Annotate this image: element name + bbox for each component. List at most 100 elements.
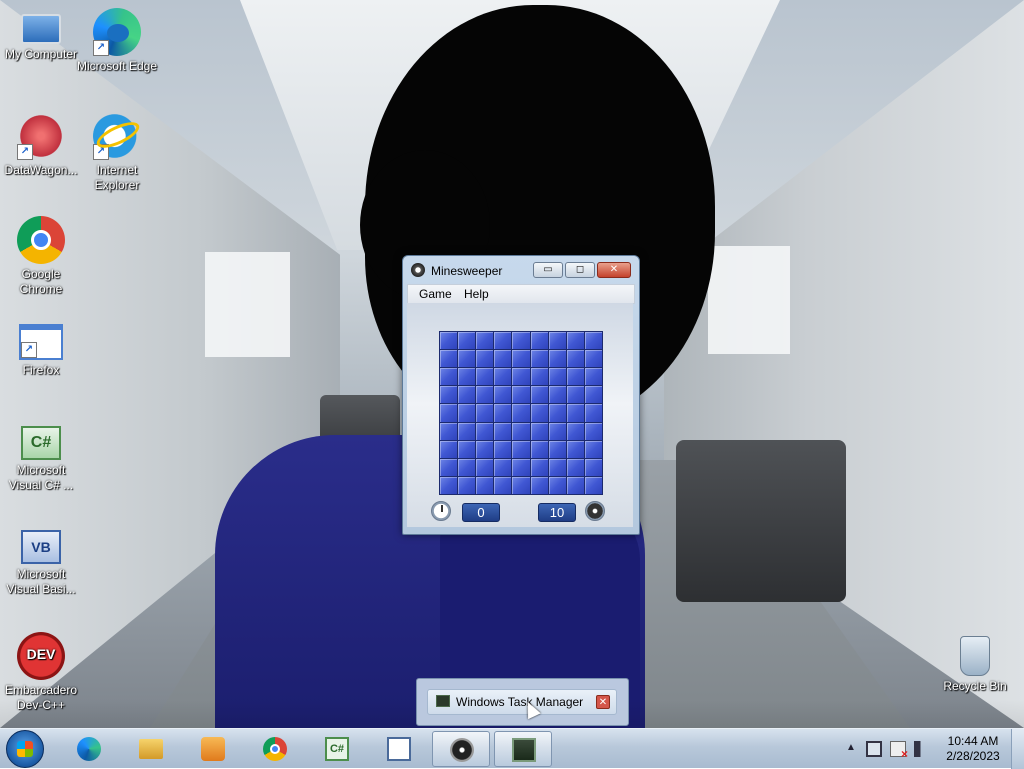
mine-cell[interactable] bbox=[458, 386, 476, 404]
taskbar-button-edge[interactable] bbox=[60, 731, 118, 767]
mine-cell[interactable] bbox=[440, 368, 458, 386]
desktop-icon-recycle-bin[interactable]: Recycle Bin bbox=[934, 632, 1016, 694]
desktop-icon-visual-basic[interactable]: VB Microsoft Visual Basi... bbox=[0, 530, 82, 597]
mine-cell[interactable] bbox=[584, 368, 602, 386]
minesweeper-window[interactable]: Minesweeper ▭ ◻ ✕ Game Help 0 10 bbox=[402, 255, 640, 535]
mine-cell[interactable] bbox=[440, 422, 458, 440]
mine-cell[interactable] bbox=[584, 476, 602, 494]
mine-cell[interactable] bbox=[512, 404, 530, 422]
mine-cell[interactable] bbox=[566, 458, 584, 476]
mine-cell[interactable] bbox=[566, 332, 584, 350]
mine-cell[interactable] bbox=[530, 332, 548, 350]
mine-cell[interactable] bbox=[494, 458, 512, 476]
mine-cell[interactable] bbox=[494, 386, 512, 404]
clock[interactable]: 10:44 AM 2/28/2023 bbox=[938, 734, 1008, 764]
mine-cell[interactable] bbox=[458, 476, 476, 494]
mine-cell[interactable] bbox=[512, 458, 530, 476]
mine-cell[interactable] bbox=[476, 332, 494, 350]
mine-cell[interactable] bbox=[548, 476, 566, 494]
mine-cell[interactable] bbox=[458, 368, 476, 386]
action-center-flag-icon[interactable] bbox=[890, 741, 908, 761]
mine-cell[interactable] bbox=[584, 350, 602, 368]
mine-cell[interactable] bbox=[548, 350, 566, 368]
mine-cell[interactable] bbox=[548, 332, 566, 350]
taskbar-button-explorer[interactable] bbox=[122, 731, 180, 767]
mine-cell[interactable] bbox=[566, 440, 584, 458]
popup-close-button[interactable]: ✕ bbox=[596, 695, 610, 709]
mine-cell[interactable] bbox=[530, 422, 548, 440]
mine-cell[interactable] bbox=[584, 386, 602, 404]
desktop-icon-google-chrome[interactable]: Google Chrome bbox=[0, 216, 82, 297]
mine-cell[interactable] bbox=[476, 458, 494, 476]
minefield-grid[interactable] bbox=[439, 331, 603, 495]
mine-cell[interactable] bbox=[530, 458, 548, 476]
close-button[interactable]: ✕ bbox=[597, 262, 631, 278]
mine-cell[interactable] bbox=[512, 440, 530, 458]
mine-cell[interactable] bbox=[458, 332, 476, 350]
desktop-icon-datawagon[interactable]: ↗ DataWagon... bbox=[0, 112, 82, 178]
mine-cell[interactable] bbox=[566, 404, 584, 422]
mine-cell[interactable] bbox=[548, 404, 566, 422]
mine-cell[interactable] bbox=[530, 404, 548, 422]
show-desktop-button[interactable] bbox=[1011, 729, 1024, 769]
mine-cell[interactable] bbox=[440, 476, 458, 494]
mine-cell[interactable] bbox=[494, 422, 512, 440]
mine-cell[interactable] bbox=[548, 458, 566, 476]
mine-cell[interactable] bbox=[440, 350, 458, 368]
mine-cell[interactable] bbox=[476, 476, 494, 494]
desktop-icon-visual-csharp[interactable]: C# Microsoft Visual C# ... bbox=[0, 426, 82, 493]
mine-cell[interactable] bbox=[512, 476, 530, 494]
mine-cell[interactable] bbox=[530, 440, 548, 458]
mine-cell[interactable] bbox=[512, 368, 530, 386]
taskbar-button-chrome[interactable] bbox=[246, 731, 304, 767]
mine-cell[interactable] bbox=[512, 350, 530, 368]
mine-cell[interactable] bbox=[458, 458, 476, 476]
mine-cell[interactable] bbox=[458, 422, 476, 440]
network-icon[interactable] bbox=[866, 741, 882, 757]
taskbar-button-task-manager[interactable] bbox=[494, 731, 552, 767]
minimize-button[interactable]: ▭ bbox=[533, 262, 563, 278]
mine-cell[interactable] bbox=[548, 422, 566, 440]
mine-cell[interactable] bbox=[476, 368, 494, 386]
mine-cell[interactable] bbox=[440, 404, 458, 422]
mine-cell[interactable] bbox=[530, 350, 548, 368]
menu-game[interactable]: Game bbox=[416, 287, 455, 301]
mine-cell[interactable] bbox=[566, 368, 584, 386]
mine-cell[interactable] bbox=[512, 386, 530, 404]
mine-cell[interactable] bbox=[494, 350, 512, 368]
taskbar-button-document[interactable] bbox=[370, 731, 428, 767]
menu-help[interactable]: Help bbox=[461, 287, 492, 301]
mine-cell[interactable] bbox=[440, 458, 458, 476]
mine-cell[interactable] bbox=[584, 332, 602, 350]
mine-cell[interactable] bbox=[476, 350, 494, 368]
maximize-button[interactable]: ◻ bbox=[565, 262, 595, 278]
mine-cell[interactable] bbox=[530, 368, 548, 386]
mine-cell[interactable] bbox=[494, 404, 512, 422]
mine-cell[interactable] bbox=[440, 386, 458, 404]
mine-cell[interactable] bbox=[530, 386, 548, 404]
mine-cell[interactable] bbox=[440, 332, 458, 350]
mine-cell[interactable] bbox=[494, 332, 512, 350]
mine-cell[interactable] bbox=[530, 476, 548, 494]
mine-cell[interactable] bbox=[458, 440, 476, 458]
mine-cell[interactable] bbox=[548, 368, 566, 386]
mine-cell[interactable] bbox=[584, 440, 602, 458]
mine-cell[interactable] bbox=[440, 440, 458, 458]
mine-cell[interactable] bbox=[566, 350, 584, 368]
taskbar-button-visual-csharp[interactable]: C# bbox=[308, 731, 366, 767]
desktop-icon-microsoft-edge[interactable]: ↗ Microsoft Edge bbox=[76, 8, 158, 74]
desktop-icon-internet-explorer[interactable]: ↗ Internet Explorer bbox=[76, 112, 158, 193]
volume-icon[interactable] bbox=[914, 741, 930, 757]
start-button[interactable] bbox=[6, 730, 44, 768]
mine-cell[interactable] bbox=[476, 386, 494, 404]
mine-cell[interactable] bbox=[476, 422, 494, 440]
mine-cell[interactable] bbox=[548, 386, 566, 404]
mine-cell[interactable] bbox=[566, 386, 584, 404]
mine-cell[interactable] bbox=[512, 422, 530, 440]
mine-cell[interactable] bbox=[458, 404, 476, 422]
mine-cell[interactable] bbox=[494, 476, 512, 494]
taskbar-button-media-player[interactable] bbox=[184, 731, 242, 767]
mine-cell[interactable] bbox=[566, 476, 584, 494]
task-manager-popup-item[interactable]: Windows Task Manager ✕ bbox=[427, 689, 617, 715]
mine-cell[interactable] bbox=[494, 440, 512, 458]
